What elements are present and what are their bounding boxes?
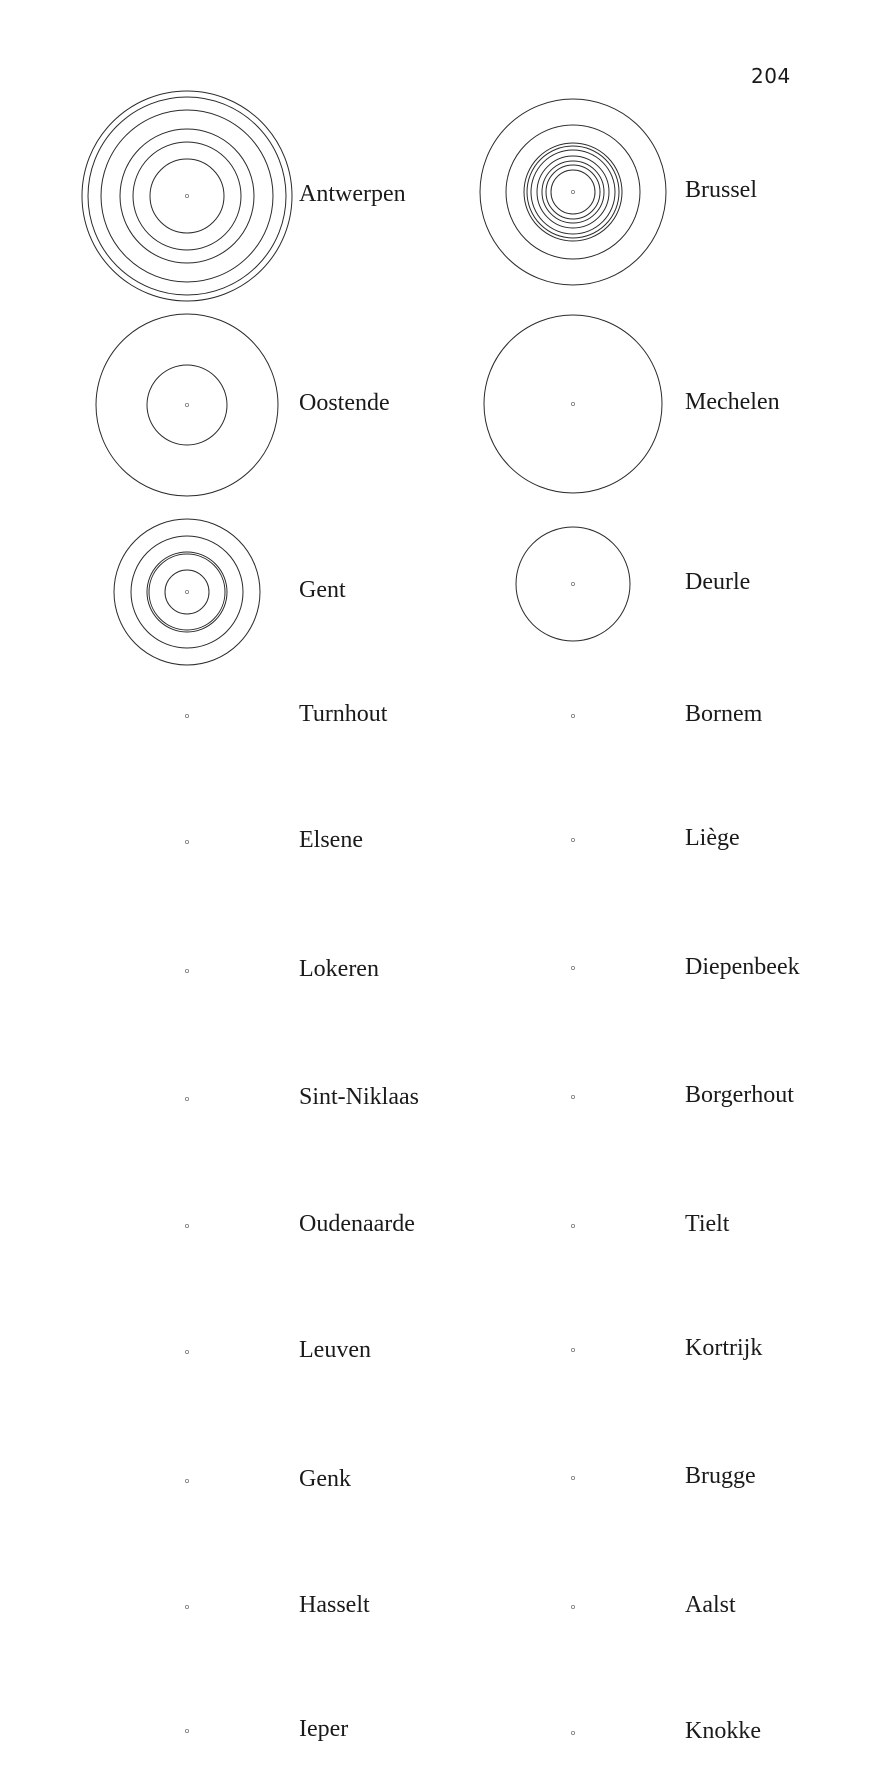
rings-antwerpen [81,90,293,302]
place-label-lokeren: Lokeren [299,956,379,982]
ring [536,155,610,229]
rings-li-ge [571,838,576,843]
rings-aalst [571,1605,576,1610]
rings-lokeren [184,969,189,974]
rings-knokke [571,1731,576,1736]
ring [523,142,623,242]
ring [550,169,596,215]
rings-deurle [515,526,631,642]
place-label-turnhout: Turnhout [299,701,388,727]
center-dot [184,840,189,845]
center-dot [571,1731,576,1736]
place-label-brugge: Brugge [685,1463,756,1489]
place-label-diepenbeek: Diepenbeek [685,954,800,980]
ring [113,518,261,666]
rings-tielt [571,1224,576,1229]
place-label-mechelen: Mechelen [685,389,780,415]
place-label-genk: Genk [299,1466,351,1492]
ring [483,314,663,494]
ring [541,160,605,224]
rings-brugge [571,1476,576,1481]
ring [526,145,620,239]
place-label-gent: Gent [299,577,346,603]
ring [87,96,287,296]
page-number: 204 [751,64,791,88]
rings-brussel [479,98,667,286]
center-dot [184,1729,189,1734]
ring [479,98,667,286]
center-dot [571,401,576,406]
rings-hasselt [184,1605,189,1610]
ring [545,164,601,220]
center-dot [571,1605,576,1610]
rings-sint-niklaas [184,1097,189,1102]
rings-oostende [95,313,279,497]
rings-gent [113,518,261,666]
rings-mechelen [483,314,663,494]
rings-turnhout [184,714,189,719]
place-label-elsene: Elsene [299,827,363,853]
center-dot [184,1350,189,1355]
center-dot [184,1097,189,1102]
ring [149,158,225,234]
place-label-ieper: Ieper [299,1716,349,1742]
rings-elsene [184,840,189,845]
rings-leuven [184,1350,189,1355]
ring [146,551,228,633]
center-dot [571,1348,576,1353]
ring [132,141,242,251]
place-label-antwerpen: Antwerpen [299,181,406,207]
center-dot [571,966,576,971]
place-label-liege: Liège [685,825,740,851]
ring [148,553,226,631]
ring [505,124,641,260]
rings-ieper [184,1729,189,1734]
ring [119,128,255,264]
place-label-hasselt: Hasselt [299,1592,370,1618]
ring [81,90,293,302]
center-dot [571,1224,576,1229]
place-label-kortrijk: Kortrijk [685,1335,763,1361]
rings-bornem [571,714,576,719]
center-dot [184,193,189,198]
place-label-leuven: Leuven [299,1337,371,1363]
center-dot [184,1224,189,1229]
center-dot [184,1479,189,1484]
place-label-deurle: Deurle [685,569,751,595]
ring-diagram [81,90,667,1736]
center-dot [571,838,576,843]
rings-kortrijk [571,1348,576,1353]
place-label-oudenaarde: Oudenaarde [299,1211,415,1237]
place-label-aalst: Aalst [685,1592,736,1618]
center-dot [184,714,189,719]
center-dot [184,1605,189,1610]
rings-borgerhout [571,1095,576,1100]
rings-diepenbeek [571,966,576,971]
center-dot [571,1095,576,1100]
center-dot [184,590,189,595]
ring [100,109,274,283]
place-label-tielt: Tielt [685,1211,730,1237]
place-label-sint-niklaas: Sint-Niklaas [299,1084,419,1110]
place-label-brussel: Brussel [685,177,757,203]
center-dot [184,969,189,974]
center-dot [571,714,576,719]
place-label-borgerhout: Borgerhout [685,1082,794,1108]
center-dot [571,582,576,587]
place-label-knokke: Knokke [685,1718,761,1744]
ring [530,149,616,235]
place-label-oostende: Oostende [299,390,390,416]
rings-genk [184,1479,189,1484]
center-dot [571,1476,576,1481]
ring [515,526,631,642]
ring [130,535,244,649]
ring [95,313,279,497]
ring [164,569,210,615]
place-label-bornem: Bornem [685,701,763,727]
center-dot [184,402,189,407]
ring [146,364,228,446]
center-dot [571,189,576,194]
rings-oudenaarde [184,1224,189,1229]
